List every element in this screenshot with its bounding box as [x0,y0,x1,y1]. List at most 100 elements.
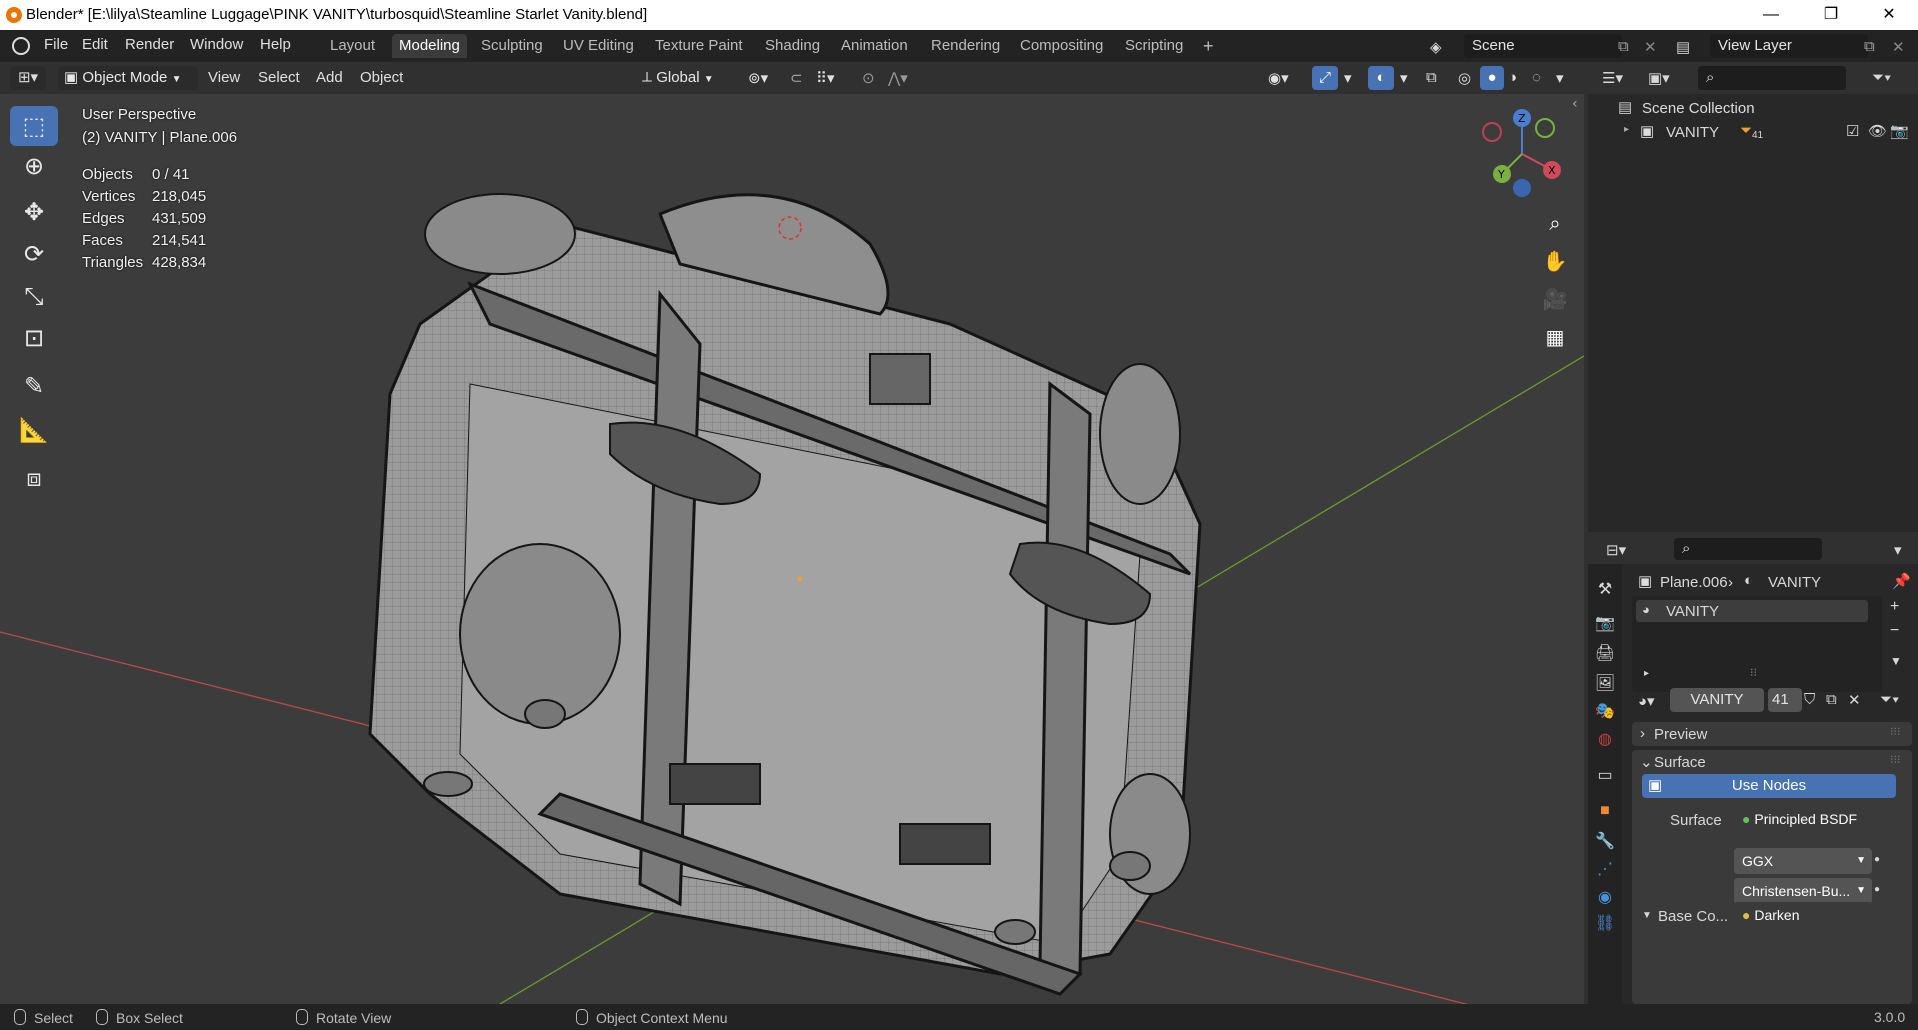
new-view-layer-icon[interactable]: ⧉ [1864,38,1875,55]
editor-type-icon[interactable]: ⊞▾ [10,66,46,90]
physics-tab-icon[interactable]: ◉ [1594,886,1616,908]
rotate-tool-icon[interactable]: ⟳ [10,234,58,274]
menu-select[interactable]: Select [258,69,300,86]
outliner-editor-icon[interactable]: ☰▾ [1602,69,1623,87]
minimize-button[interactable]: — [1748,2,1794,28]
tab-compositing[interactable]: Compositing [1013,34,1110,58]
visibility-icon[interactable]: ◉▾ [1268,69,1289,87]
tab-texture-paint[interactable]: Texture Paint [648,34,750,58]
solid-shading-icon[interactable]: ● [1480,66,1504,90]
menu-window[interactable]: Window [190,36,243,53]
object-tab-icon[interactable]: ■ [1594,800,1616,822]
tab-scripting[interactable]: Scripting [1118,34,1190,58]
overlay-options-icon[interactable]: ▾ [1400,69,1408,87]
socket-dot-icon[interactable]: ● [1874,854,1880,865]
menu-render[interactable]: Render [125,36,174,53]
list-item[interactable]: ◕ VANITY [1636,600,1868,622]
snap-target-icon[interactable]: ⠿▾ [816,69,835,87]
view-layer-tab-icon[interactable]: 🖼 [1594,672,1616,694]
blender-menu-icon[interactable] [12,37,30,55]
wireframe-shading-icon[interactable]: ◎ [1458,69,1471,87]
menu-view[interactable]: View [208,69,240,86]
annotate-tool-icon[interactable]: ✎ [10,366,58,406]
duplicate-material-icon[interactable]: ⧉ [1826,691,1837,708]
close-button[interactable]: ✕ [1866,2,1912,28]
add-slot-icon[interactable]: + [1890,598,1899,616]
proportional-edit-icon[interactable]: ⊙ [862,69,875,87]
tab-animation[interactable]: Animation [834,34,915,58]
properties-search-input[interactable]: ⌕ [1674,538,1822,560]
view-layer-field[interactable]: View Layer [1710,34,1868,58]
delete-scene-icon[interactable]: ✕ [1644,38,1657,56]
new-scene-icon[interactable]: ⧉ [1618,38,1629,55]
tab-modeling[interactable]: Modeling [392,34,467,58]
link-mode-icon[interactable]: ⏷▾ [1880,691,1899,708]
transform-tool-icon[interactable]: ⊡ [10,318,58,358]
measure-tool-icon[interactable]: 📐 [10,410,58,450]
sidebar-toggle-icon[interactable]: ‹ [1572,96,1578,112]
xray-icon[interactable]: ⧉ [1426,69,1437,86]
scene-tab-icon[interactable]: 🎭 [1594,700,1616,722]
material-users-count[interactable]: 41 [1768,688,1802,712]
outliner-search-input[interactable]: ⌕ [1698,66,1846,90]
outliner-row[interactable]: ▸ ▣ VANITY ⏷ 41 ☑ 👁 📷 [1588,120,1918,144]
add-cube-tool-icon[interactable]: ⧈ [10,458,58,498]
menu-object[interactable]: Object [360,69,403,86]
scene-icon[interactable]: ◈ [1430,38,1442,56]
cursor-tool-icon[interactable]: ⊕ [10,146,58,186]
menu-edit[interactable]: Edit [82,36,108,53]
material-shading-icon[interactable]: ◑ [1508,69,1517,86]
use-nodes-button[interactable]: ▣ Use Nodes [1642,774,1896,798]
checkbox-icon[interactable]: ☑ [1846,122,1859,140]
rendered-shading-icon[interactable]: ◌ [1532,69,1541,86]
material-name-field[interactable]: VANITY [1670,688,1764,712]
subsurface-method-select[interactable]: Christensen-Bu... ▼ [1734,878,1872,904]
scale-tool-icon[interactable]: ⤡ [10,276,58,316]
expand-arrow-icon[interactable]: ▸ [1644,668,1649,679]
camera-view-icon[interactable]: 🎥 [1538,282,1572,316]
filter-icon[interactable]: ⏷▾ [1872,69,1891,86]
menu-file[interactable]: File [44,36,68,53]
delete-view-layer-icon[interactable]: ✕ [1892,38,1905,56]
gizmo-options-icon[interactable]: ▾ [1344,69,1352,87]
surface-shader-select[interactable]: ● Principled BSDF [1734,806,1872,832]
expand-arrow-icon[interactable]: ▸ [1624,124,1629,135]
falloff-icon[interactable]: ⋀▾ [888,69,908,87]
maximize-button[interactable]: ❐ [1808,2,1854,28]
snap-icon[interactable]: ⊂ [790,69,803,87]
view-layer-icon[interactable]: ▤ [1676,38,1690,56]
slot-specials-icon[interactable]: ▼ [1890,654,1902,668]
drag-handle-icon[interactable]: ⁝⁝⁝ [1890,753,1901,766]
move-tool-icon[interactable]: ✥ [10,192,58,232]
gizmo-toggle-icon[interactable]: ⤢ [1312,66,1338,90]
zoom-icon[interactable]: ⌕ [1538,206,1572,240]
resize-handle-icon[interactable]: ⁝⁝ [1750,666,1757,679]
output-tab-icon[interactable]: 🖨 [1594,642,1616,664]
tab-rendering[interactable]: Rendering [924,34,1007,58]
browse-material-icon[interactable]: ◕▾ [1638,692,1655,710]
properties-options-icon[interactable]: ▾ [1894,541,1902,559]
eye-icon[interactable]: 👁 [1868,122,1887,140]
camera-icon[interactable]: 📷 [1890,122,1909,140]
fake-user-icon[interactable]: ⛉ [1804,691,1815,708]
pan-hand-icon[interactable]: ✋ [1538,244,1572,278]
remove-slot-icon[interactable]: − [1890,622,1899,640]
distribution-select[interactable]: GGX ▼ [1734,848,1872,874]
pin-icon[interactable]: 📌 [1892,572,1911,590]
particles-tab-icon[interactable]: ⋰ [1594,858,1616,880]
tab-uv-editing[interactable]: UV Editing [556,34,641,58]
display-mode-icon[interactable]: ▣▾ [1648,69,1670,87]
base-color-select[interactable]: ● Darken [1734,902,1872,928]
ortho-grid-icon[interactable]: ▦ [1538,320,1572,354]
material-slot-list[interactable]: ◕ VANITY ▸ ⁝⁝ [1632,596,1882,692]
scene-field[interactable]: Scene [1464,34,1622,58]
add-workspace-button[interactable]: + [1196,34,1221,58]
modifier-tab-icon[interactable]: 🔧 [1594,830,1616,852]
menu-add[interactable]: Add [316,69,343,86]
render-tab-icon[interactable]: 📷 [1594,612,1616,634]
world-tab-icon[interactable]: ◍ [1594,728,1616,750]
scene-collection-label[interactable]: Scene Collection [1642,100,1755,117]
expand-arrow-icon[interactable]: ▼ [1642,910,1652,921]
collection-tab-icon[interactable]: ▭ [1594,764,1616,786]
socket-dot-icon[interactable]: ● [1874,884,1880,895]
